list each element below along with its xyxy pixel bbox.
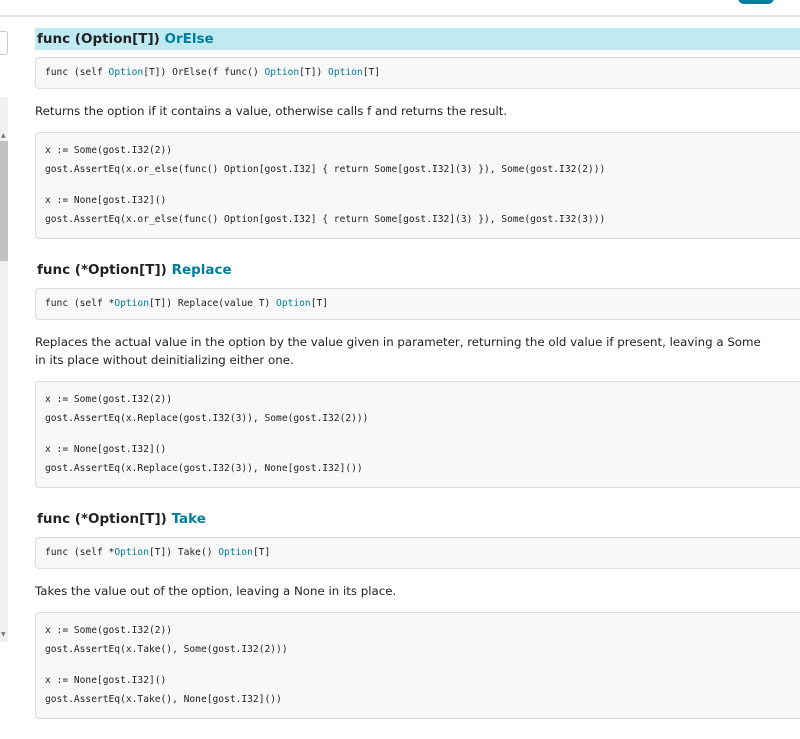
signature-text: [T]) OrElse(f func() [143, 67, 265, 78]
type-link[interactable]: Option [218, 547, 253, 558]
code-line: x := Some(gost.I32(2)) [45, 625, 173, 636]
method-receiver: func (*Option[T]) [37, 262, 172, 278]
method-signature: func (self *Option[T]) Replace(value T) … [35, 288, 800, 320]
type-link[interactable]: Option [114, 298, 149, 309]
code-line: gost.AssertEq(x.Take(), Some(gost.I32(2)… [45, 643, 288, 655]
method-description: Takes the value out of the option, leavi… [35, 584, 397, 598]
code-line: x := Some(gost.I32(2)) [45, 145, 173, 156]
documentation-content: func (Option[T]) OrElse func (self Optio… [35, 28, 800, 739]
scroll-down-arrow-icon[interactable]: ▼ [1, 632, 6, 638]
sidebar-scrollbar-thumb[interactable] [0, 141, 8, 261]
method-name-link[interactable]: OrElse [165, 31, 214, 47]
method-description: Returns the option if it contains a valu… [35, 104, 508, 118]
method-name-link[interactable]: Take [172, 511, 206, 527]
signature-text: func (self [45, 67, 109, 78]
type-link[interactable]: Option [328, 67, 363, 78]
code-line: x := Some(gost.I32(2)) [45, 394, 173, 405]
method-heading: func (*Option[T]) Replace [35, 259, 800, 281]
signature-text: [T] [252, 547, 271, 558]
method-orelse: func (Option[T]) OrElse func (self Optio… [35, 28, 800, 239]
scroll-up-arrow-icon[interactable]: ▲ [1, 133, 6, 139]
signature-text: [T] [362, 67, 381, 78]
code-line: gost.AssertEq(x.or_else(func() Option[go… [45, 213, 606, 225]
signature-text: [T]) [299, 67, 329, 78]
signature-text: func (self * [45, 547, 115, 558]
header-button[interactable] [738, 0, 774, 4]
code-example: x := Some(gost.I32(2)) gost.AssertEq(x.or… [35, 132, 800, 239]
code-line: x := None[gost.I32]() [45, 675, 167, 686]
code-line: x := None[gost.I32]() [45, 444, 167, 455]
code-example: x := Some(gost.I32(2)) gost.AssertEq(x.Re… [35, 381, 800, 488]
type-link[interactable]: Option [114, 547, 149, 558]
method-replace: func (*Option[T]) Replace func (self *Op… [35, 259, 800, 488]
signature-text: [T]) Take() [148, 547, 219, 558]
method-heading: func (*Option[T]) Take [35, 508, 800, 530]
method-signature: func (self Option[T]) OrElse(f func() Op… [35, 57, 800, 89]
type-link[interactable]: Option [276, 298, 311, 309]
sidebar-filter-input[interactable] [0, 31, 8, 55]
method-take: func (*Option[T]) Take func (self *Optio… [35, 508, 800, 719]
code-line: gost.AssertEq(x.Replace(gost.I32(3)), No… [45, 462, 363, 474]
method-heading: func (Option[T]) OrElse [35, 28, 800, 50]
method-name-link[interactable]: Replace [172, 262, 232, 278]
method-signature: func (self *Option[T]) Take() Option[T] [35, 537, 800, 569]
signature-text: [T] [310, 298, 329, 309]
code-line: gost.AssertEq(x.or_else(func() Option[go… [45, 163, 606, 175]
code-example: x := Some(gost.I32(2)) gost.AssertEq(x.Ta… [35, 612, 800, 719]
code-line: x := None[gost.I32]() [45, 195, 167, 206]
method-receiver: func (Option[T]) [37, 31, 165, 47]
type-link[interactable]: Option [109, 67, 144, 78]
sidebar-nav: ▲ ▼ [0, 97, 8, 642]
method-receiver: func (*Option[T]) [37, 511, 172, 527]
header-divider [0, 15, 800, 17]
code-line: gost.AssertEq(x.Take(), None[gost.I32]()… [45, 693, 282, 705]
type-link[interactable]: Option [265, 67, 300, 78]
method-description: Replaces the actual value in the option … [35, 335, 761, 367]
signature-text: [T]) Replace(value T) [148, 298, 277, 309]
signature-text: func (self * [45, 298, 115, 309]
code-line: gost.AssertEq(x.Replace(gost.I32(3)), So… [45, 412, 369, 424]
